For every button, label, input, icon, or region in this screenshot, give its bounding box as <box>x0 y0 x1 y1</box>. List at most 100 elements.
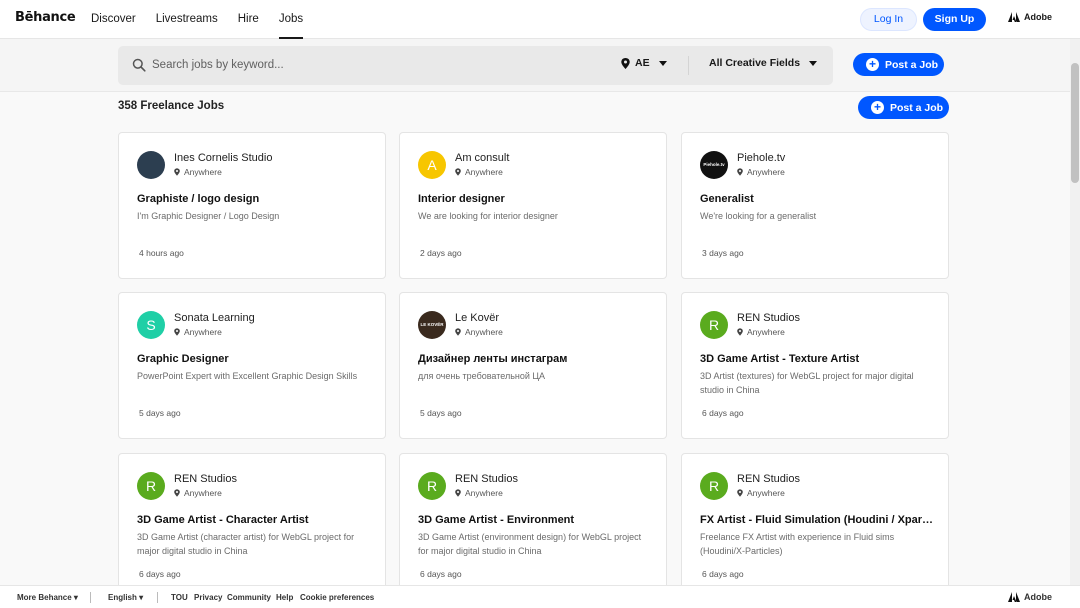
job-title[interactable]: Generalist <box>700 193 936 205</box>
job-location: Anywhere <box>455 167 503 177</box>
job-title[interactable]: 3D Game Artist - Environment <box>418 514 654 526</box>
job-card[interactable]: R REN Studios Anywhere FX Artist - Fluid Si… <box>681 453 949 600</box>
company-name[interactable]: REN Studios <box>737 312 800 324</box>
scrollbar[interactable] <box>1070 39 1080 589</box>
job-location: Anywhere <box>737 488 785 498</box>
language-menu[interactable]: English ▾ <box>108 593 143 602</box>
job-posted-time: 6 days ago <box>420 569 462 579</box>
signup-button[interactable]: Sign Up <box>923 8 986 31</box>
search-bar: AE All Creative Fields <box>118 46 833 85</box>
nav-jobs[interactable]: Jobs <box>278 0 304 39</box>
company-avatar[interactable]: A <box>418 151 446 179</box>
adobe-link[interactable]: Adobe <box>1008 12 1052 22</box>
footer-community-link[interactable]: Community <box>227 593 271 602</box>
job-card[interactable]: R REN Studios Anywhere 3D Game Artist - Env… <box>399 453 667 600</box>
job-title[interactable]: 3D Game Artist - Character Artist <box>137 514 373 526</box>
location-pin-icon <box>737 328 743 336</box>
location-dropdown[interactable]: AE <box>621 57 667 69</box>
job-title[interactable]: Interior designer <box>418 193 654 205</box>
job-location-label: Anywhere <box>184 167 222 177</box>
company-name[interactable]: Le Kovër <box>455 312 499 324</box>
job-title[interactable]: 3D Game Artist - Texture Artist <box>700 353 936 365</box>
job-card[interactable]: Piehole.tv Piehole.tv Anywhere Generalist We… <box>681 132 949 279</box>
company-name[interactable]: REN Studios <box>455 473 518 485</box>
location-pin-icon <box>737 489 743 497</box>
company-name[interactable]: Piehole.tv <box>737 152 785 164</box>
nav-discover[interactable]: Discover <box>91 0 136 39</box>
company-avatar[interactable]: LE KOVËR <box>418 311 446 339</box>
company-name[interactable]: Am consult <box>455 152 509 164</box>
company-avatar[interactable]: Piehole.tv <box>700 151 728 179</box>
company-name[interactable]: Ines Cornelis Studio <box>174 152 272 164</box>
footer-tou-link[interactable]: TOU <box>171 593 188 602</box>
creative-fields-dropdown[interactable]: All Creative Fields <box>709 57 818 69</box>
job-card[interactable]: LE KOVËR Le Kovër Anywhere Дизайнер ленты и… <box>399 292 667 439</box>
footer-help-link[interactable]: Help <box>276 593 293 602</box>
job-location-label: Anywhere <box>465 167 503 177</box>
job-description: Freelance FX Artist with experience in F… <box>700 532 895 556</box>
results-count: 358 Freelance Jobs <box>118 100 225 112</box>
company-avatar[interactable]: R <box>700 472 728 500</box>
login-button[interactable]: Log In <box>860 8 917 31</box>
location-pin-icon <box>455 328 461 336</box>
search-input[interactable] <box>152 55 592 75</box>
company-avatar[interactable]: S <box>137 311 165 339</box>
job-description: 3D Game Artist (environment design) for … <box>418 532 642 556</box>
company-avatar[interactable]: R <box>418 472 446 500</box>
job-card[interactable]: A Am consult Anywhere Interior designer We a… <box>399 132 667 279</box>
location-value: AE <box>635 57 650 69</box>
job-title[interactable]: FX Artist - Fluid Simulation (Houdini / … <box>700 514 936 526</box>
chevron-down-icon <box>809 60 818 66</box>
job-card[interactable]: R REN Studios Anywhere 3D Game Artist - Tex… <box>681 292 949 439</box>
footer: More Behance ▾ English ▾ TOU Privacy Com… <box>0 585 1080 608</box>
job-description: I'm Graphic Designer / Logo Design <box>137 211 280 221</box>
location-pin-icon <box>621 57 630 69</box>
plus-icon: + <box>866 58 879 71</box>
job-location: Anywhere <box>737 327 785 337</box>
plus-icon: + <box>871 101 884 114</box>
job-posted-time: 2 days ago <box>420 248 462 258</box>
company-name[interactable]: REN Studios <box>737 473 800 485</box>
company-avatar[interactable]: R <box>700 311 728 339</box>
company-name[interactable]: REN Studios <box>174 473 237 485</box>
company-name[interactable]: Sonata Learning <box>174 312 255 324</box>
job-card[interactable]: Ines Cornelis Studio Anywhere Graphiste / … <box>118 132 386 279</box>
company-avatar[interactable] <box>137 151 165 179</box>
job-title[interactable]: Дизайнер ленты инстаграм <box>418 353 654 365</box>
adobe-label: Adobe <box>1024 592 1052 602</box>
behance-logo[interactable]: Bēhance <box>15 10 76 25</box>
footer-cookie-link[interactable]: Cookie preferences <box>300 593 374 602</box>
job-card[interactable]: S Sonata Learning Anywhere Graphic Designer… <box>118 292 386 439</box>
search-icon <box>132 58 146 72</box>
nav-hire[interactable]: Hire <box>238 0 259 39</box>
footer-adobe-link[interactable]: Adobe <box>1008 592 1052 602</box>
job-location-label: Anywhere <box>465 488 503 498</box>
post-job-button[interactable]: + Post a Job <box>858 96 949 119</box>
location-pin-icon <box>174 168 180 176</box>
job-description: 3D Artist (textures) for WebGL project f… <box>700 371 914 395</box>
post-job-label: Post a Job <box>890 101 944 114</box>
nav-livestreams[interactable]: Livestreams <box>156 0 218 39</box>
nav-links: Discover Livestreams Hire Jobs <box>91 0 323 39</box>
job-card[interactable]: R REN Studios Anywhere 3D Game Artist - Cha… <box>118 453 386 600</box>
company-avatar[interactable]: R <box>137 472 165 500</box>
post-job-button-top[interactable]: + Post a Job <box>853 53 944 76</box>
job-location: Anywhere <box>174 327 222 337</box>
job-description: 3D Game Artist (character artist) for We… <box>137 532 355 556</box>
footer-privacy-link[interactable]: Privacy <box>194 593 222 602</box>
location-pin-icon <box>737 168 743 176</box>
job-description: We are looking for interior designer <box>418 211 558 221</box>
job-title[interactable]: Graphiste / logo design <box>137 193 373 205</box>
job-location-label: Anywhere <box>465 327 503 337</box>
job-location-label: Anywhere <box>184 327 222 337</box>
more-behance-menu[interactable]: More Behance ▾ <box>17 593 78 602</box>
job-location: Anywhere <box>174 488 222 498</box>
job-description: для очень требовательной ЦА <box>418 371 546 381</box>
job-posted-time: 3 days ago <box>702 248 744 258</box>
location-pin-icon <box>174 328 180 336</box>
post-job-label: Post a Job <box>885 58 939 71</box>
location-pin-icon <box>455 489 461 497</box>
scrollbar-thumb[interactable] <box>1071 63 1079 183</box>
job-location: Anywhere <box>455 327 503 337</box>
job-title[interactable]: Graphic Designer <box>137 353 373 365</box>
